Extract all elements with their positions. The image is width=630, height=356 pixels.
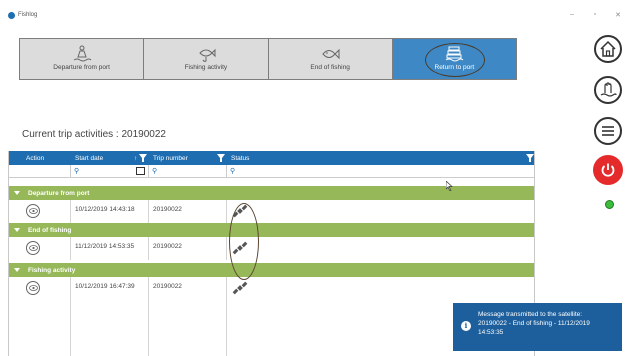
step-label: Fishing activity <box>184 64 228 71</box>
collapse-caret-icon[interactable] <box>14 191 20 195</box>
trip-number-value: 20190022 <box>153 283 182 290</box>
start-date-value: 11/12/2019 14:53:35 <box>75 243 135 250</box>
sort-ascending-icon[interactable]: ↑ <box>134 151 137 165</box>
fish-icon <box>322 48 340 60</box>
filter-row: ⚲ ⚲ ⚲ <box>9 165 534 178</box>
view-button[interactable] <box>26 204 40 218</box>
start-date-cell: 11/12/2019 14:53:35 <box>71 237 149 260</box>
notification-toast[interactable]: i Message transmitted to the satellite: … <box>453 303 622 351</box>
step-departure-from-port[interactable]: Departure from port <box>20 39 145 79</box>
start-date-value: 10/12/2019 16:47:39 <box>75 283 135 290</box>
trip-number-value: 20190022 <box>153 243 182 250</box>
toast-line-2: 20190022 - End of fishing - 11/12/2019 <box>478 320 590 327</box>
vessel-button[interactable] <box>594 76 622 104</box>
power-button[interactable] <box>593 155 623 185</box>
connection-status-indicator <box>605 200 614 209</box>
toast-line-3: 14:53:35 <box>478 329 504 336</box>
person-wave-icon <box>73 45 91 62</box>
column-header-action: Action <box>26 154 45 162</box>
home-icon <box>600 40 616 57</box>
close-button[interactable]: ✕ <box>612 11 624 19</box>
collapse-caret-icon[interactable] <box>14 228 20 232</box>
view-button[interactable] <box>26 241 40 255</box>
boat-hand-icon <box>600 82 617 97</box>
mouse-cursor-icon <box>446 181 453 191</box>
column-header-trip-number[interactable]: Trip number <box>153 151 188 165</box>
filter-icon[interactable] <box>217 154 225 162</box>
window-title: Fishlog <box>18 12 38 18</box>
eye-icon <box>28 208 38 214</box>
group-name: End of fishing <box>28 226 72 234</box>
step-label: Departure from port <box>53 64 110 71</box>
step-end-of-fishing[interactable]: End of fishing <box>268 39 393 79</box>
group-row-departure-from-port[interactable]: Departure from port <box>9 186 534 200</box>
status-highlight-annotation <box>229 203 259 280</box>
table-header: Action Start date ↑ Trip number Status <box>9 151 534 165</box>
menu-icon <box>602 126 614 136</box>
column-header-status[interactable]: Status <box>231 151 249 165</box>
group-row-end-of-fishing[interactable]: End of fishing <box>9 223 534 237</box>
status-cell <box>227 200 536 223</box>
trip-steps: Departure from port Fishing activity End… <box>19 38 517 80</box>
search-icon: ⚲ <box>152 168 158 175</box>
action-cell <box>9 200 71 223</box>
search-icon: ⚲ <box>230 168 236 175</box>
step-return-to-port[interactable]: Return to port <box>392 39 516 79</box>
calendar-icon[interactable] <box>136 167 145 175</box>
group-name: Fishing activity <box>28 266 76 274</box>
toast-line-1: Message transmitted to the satellite: <box>478 311 583 318</box>
status-filter-input[interactable]: ⚲ <box>227 165 536 178</box>
collapse-caret-icon[interactable] <box>14 268 20 272</box>
eye-icon <box>28 245 38 251</box>
trip-number-cell: 20190022 <box>149 237 227 260</box>
page-title: Current trip activities : 20190022 <box>22 129 166 140</box>
action-cell <box>9 277 71 356</box>
trip-number-cell: 20190022 <box>149 277 227 356</box>
minimize-button[interactable]: – <box>566 11 578 18</box>
trip-number-filter-input[interactable]: ⚲ <box>149 165 227 178</box>
start-date-cell: 10/12/2019 16:47:39 <box>71 277 149 356</box>
group-name: Departure from port <box>28 189 90 197</box>
start-date-filter-input[interactable]: ⚲ <box>71 165 149 178</box>
satellite-icon <box>232 281 248 295</box>
column-header-start-date[interactable]: Start date <box>75 151 103 165</box>
status-cell <box>227 237 536 260</box>
group-row-fishing-activity[interactable]: Fishing activity <box>9 263 534 277</box>
eye-icon <box>28 285 38 291</box>
table-row: 11/12/2019 14:53:35 20190022 <box>9 237 534 260</box>
action-cell <box>9 237 71 260</box>
search-icon: ⚲ <box>74 168 80 175</box>
home-button[interactable] <box>594 35 622 63</box>
start-date-cell: 10/12/2019 14:43:18 <box>71 200 149 223</box>
trip-number-cell: 20190022 <box>149 200 227 223</box>
trip-number-value: 20190022 <box>153 206 182 213</box>
title-bar: Fishlog – ▫ ✕ <box>0 0 630 22</box>
filter-action-cell <box>9 165 71 178</box>
step-fishing-activity[interactable]: Fishing activity <box>144 39 269 79</box>
app-logo-icon <box>8 12 15 19</box>
step-label: End of fishing <box>310 64 350 71</box>
filter-icon[interactable] <box>526 154 534 162</box>
filter-icon[interactable] <box>139 154 147 162</box>
highlight-annotation <box>424 43 485 77</box>
menu-button[interactable] <box>594 117 622 145</box>
fish-hook-icon <box>199 48 216 62</box>
start-date-value: 10/12/2019 14:43:18 <box>75 206 135 213</box>
power-icon <box>601 163 615 177</box>
table-row: 10/12/2019 14:43:18 20190022 <box>9 200 534 223</box>
info-icon: i <box>461 321 471 331</box>
maximize-button[interactable]: ▫ <box>589 11 601 18</box>
view-button[interactable] <box>26 281 40 295</box>
